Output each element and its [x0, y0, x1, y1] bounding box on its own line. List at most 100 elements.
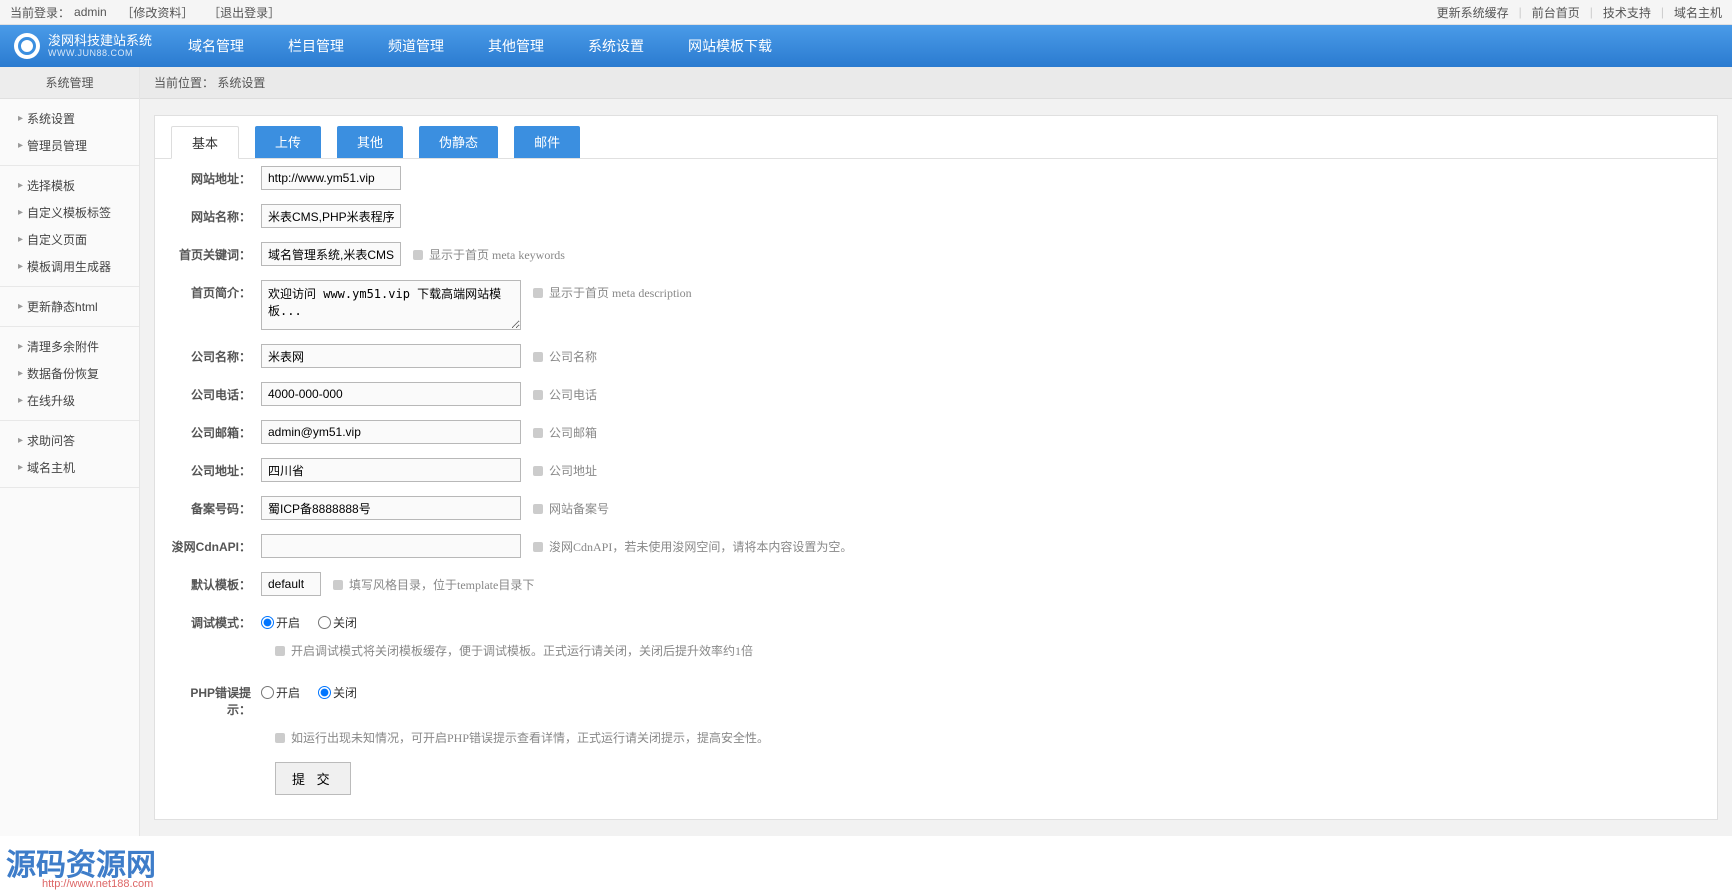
front-home-link[interactable]: 前台首页 [1532, 4, 1580, 21]
sidebar-item-4-1[interactable]: ▸域名主机 [0, 454, 139, 481]
sidebar-item-label: 选择模板 [27, 177, 75, 194]
nav-item-0[interactable]: 域名管理 [166, 25, 266, 67]
hint-icon [533, 390, 543, 400]
php-err-label: PHP错误提示： [171, 680, 261, 718]
topbar-right: 更新系统缓存 | 前台首页 | 技术支持 | 域名主机 [1437, 4, 1722, 21]
tab-2[interactable]: 其他 [337, 126, 403, 158]
settings-panel: 基本上传其他伪静态邮件 网站地址： 网站名称： 首页关键词： 显示于首页 met… [154, 115, 1718, 820]
php-on-radio[interactable]: 开启 [261, 684, 300, 701]
arrow-icon: ▸ [18, 180, 23, 191]
tab-0[interactable]: 基本 [171, 126, 239, 159]
separator: | [1519, 5, 1522, 19]
desc-textarea[interactable] [261, 280, 521, 330]
sidebar-item-label: 在线升级 [27, 392, 75, 409]
sidebar-item-0-1[interactable]: ▸管理员管理 [0, 132, 139, 159]
arrow-icon: ▸ [18, 207, 23, 218]
company-tel-input[interactable] [261, 382, 521, 406]
keywords-hint: 显示于首页 meta keywords [413, 242, 565, 263]
logout-link[interactable]: ［退出登录］ [208, 4, 280, 21]
sidebar-item-1-3[interactable]: ▸ 模板调用生成器 [0, 253, 139, 280]
sidebar-title: 系统管理 [0, 67, 139, 99]
sidebar-item-label: 管理员管理 [27, 137, 87, 154]
submit-button[interactable]: 提 交 [275, 762, 351, 795]
company-name-label: 公司名称： [171, 344, 261, 365]
sidebar-item-4-0[interactable]: ▸ 求助问答 [0, 427, 139, 454]
php-desc: 如运行出现未知情况，可开启PHP错误提示查看详情，正式运行请关闭提示，提高安全性… [155, 725, 1717, 750]
hint-icon [533, 542, 543, 552]
sidebar-item-label: 求助问答 [27, 432, 75, 449]
arrow-icon: ▸ [18, 113, 23, 124]
hint-icon [533, 288, 543, 298]
logo-subtitle: WWW.JUN88.COM [48, 48, 152, 58]
breadcrumb-prefix: 当前位置： [154, 76, 214, 90]
company-mail-hint: 公司邮箱 [533, 420, 597, 441]
tab-4[interactable]: 邮件 [514, 126, 580, 158]
nav-item-5[interactable]: 网站模板下载 [666, 25, 794, 67]
sidebar-item-1-1[interactable]: ▸ 自定义模板标签 [0, 199, 139, 226]
sidebar-item-label: 模板调用生成器 [27, 258, 111, 275]
tab-3[interactable]: 伪静态 [419, 126, 498, 158]
nav-item-1[interactable]: 栏目管理 [266, 25, 366, 67]
hint-icon [333, 580, 343, 590]
sidebar-item-0-0[interactable]: ▸系统设置 [0, 105, 139, 132]
hint-icon [533, 504, 543, 514]
sidebar: 系统管理 ▸系统设置▸管理员管理▸选择模板▸自定义模板标签▸自定义页面▸模板调用… [0, 67, 140, 836]
watermark-url: http://www.net188.com [42, 878, 153, 890]
cdn-input[interactable] [261, 534, 521, 558]
sidebar-item-3-2[interactable]: ▸ 在线升级 [0, 387, 139, 414]
tpl-hint: 填写风格目录，位于template目录下 [333, 572, 534, 593]
sidebar-item-1-2[interactable]: ▸ 自定义页面 [0, 226, 139, 253]
sidebar-item-label: 自定义模板标签 [27, 204, 111, 221]
logo-title: 浚网科技建站系统 [48, 34, 152, 48]
breadcrumb-current: 系统设置 [217, 76, 265, 90]
nav-items: 域名管理栏目管理频道管理其他管理系统设置网站模板下载 [166, 25, 794, 67]
nav-item-3[interactable]: 其他管理 [466, 25, 566, 67]
tpl-label: 默认模板： [171, 572, 261, 593]
watermark-text: 源码资源网 [6, 840, 156, 884]
logo[interactable]: 浚网科技建站系统 WWW.JUN88.COM [0, 33, 166, 59]
nav-item-2[interactable]: 频道管理 [366, 25, 466, 67]
site-url-input[interactable] [261, 166, 401, 190]
arrow-icon: ▸ [18, 395, 23, 406]
tpl-input[interactable] [261, 572, 321, 596]
arrow-icon: ▸ [18, 261, 23, 272]
site-name-label: 网站名称： [171, 204, 261, 225]
tab-1[interactable]: 上传 [255, 126, 321, 158]
content-area: 当前位置： 系统设置 基本上传其他伪静态邮件 网站地址： 网站名称： 首页关键词… [140, 67, 1732, 836]
site-url-label: 网站地址： [171, 166, 261, 187]
debug-on-radio[interactable]: 开启 [261, 614, 300, 631]
edit-profile-link[interactable]: ［修改资料］ [121, 4, 193, 21]
sidebar-item-3-0[interactable]: ▸清理多余附件 [0, 333, 139, 360]
arrow-icon: ▸ [18, 341, 23, 352]
arrow-icon: ▸ [18, 435, 23, 446]
hint-icon [533, 466, 543, 476]
sidebar-item-label: 自定义页面 [27, 231, 87, 248]
arrow-icon: ▸ [18, 234, 23, 245]
company-tel-label: 公司电话： [171, 382, 261, 403]
sidebar-item-1-0[interactable]: ▸ 选择模板 [0, 172, 139, 199]
desc-label: 首页简介： [171, 280, 261, 301]
tech-support-link[interactable]: 技术支持 [1603, 4, 1651, 21]
arrow-icon: ▸ [18, 368, 23, 379]
refresh-cache-link[interactable]: 更新系统缓存 [1437, 4, 1509, 21]
breadcrumb: 当前位置： 系统设置 [140, 67, 1732, 99]
sidebar-item-2-0[interactable]: ▸更新静态html [0, 293, 139, 320]
logo-icon [14, 33, 40, 59]
separator: | [1590, 5, 1593, 19]
company-name-input[interactable] [261, 344, 521, 368]
keywords-input[interactable] [261, 242, 401, 266]
debug-off-radio[interactable]: 关闭 [318, 614, 357, 631]
company-mail-input[interactable] [261, 420, 521, 444]
debug-desc: 开启调试模式将关闭模板缓存，便于调试模板。正式运行请关闭，关闭后提升效率约1倍 [155, 638, 1717, 663]
site-name-input[interactable] [261, 204, 401, 228]
company-addr-input[interactable] [261, 458, 521, 482]
domain-host-link[interactable]: 域名主机 [1674, 4, 1722, 21]
sidebar-item-3-1[interactable]: ▸数据备份恢复 [0, 360, 139, 387]
company-addr-hint: 公司地址 [533, 458, 597, 479]
sidebar-item-label: 域名主机 [27, 459, 75, 476]
desc-hint: 显示于首页 meta description [533, 280, 692, 301]
php-off-radio[interactable]: 关闭 [318, 684, 357, 701]
sidebar-item-label: 更新静态html [27, 298, 98, 315]
icp-input[interactable] [261, 496, 521, 520]
nav-item-4[interactable]: 系统设置 [566, 25, 666, 67]
